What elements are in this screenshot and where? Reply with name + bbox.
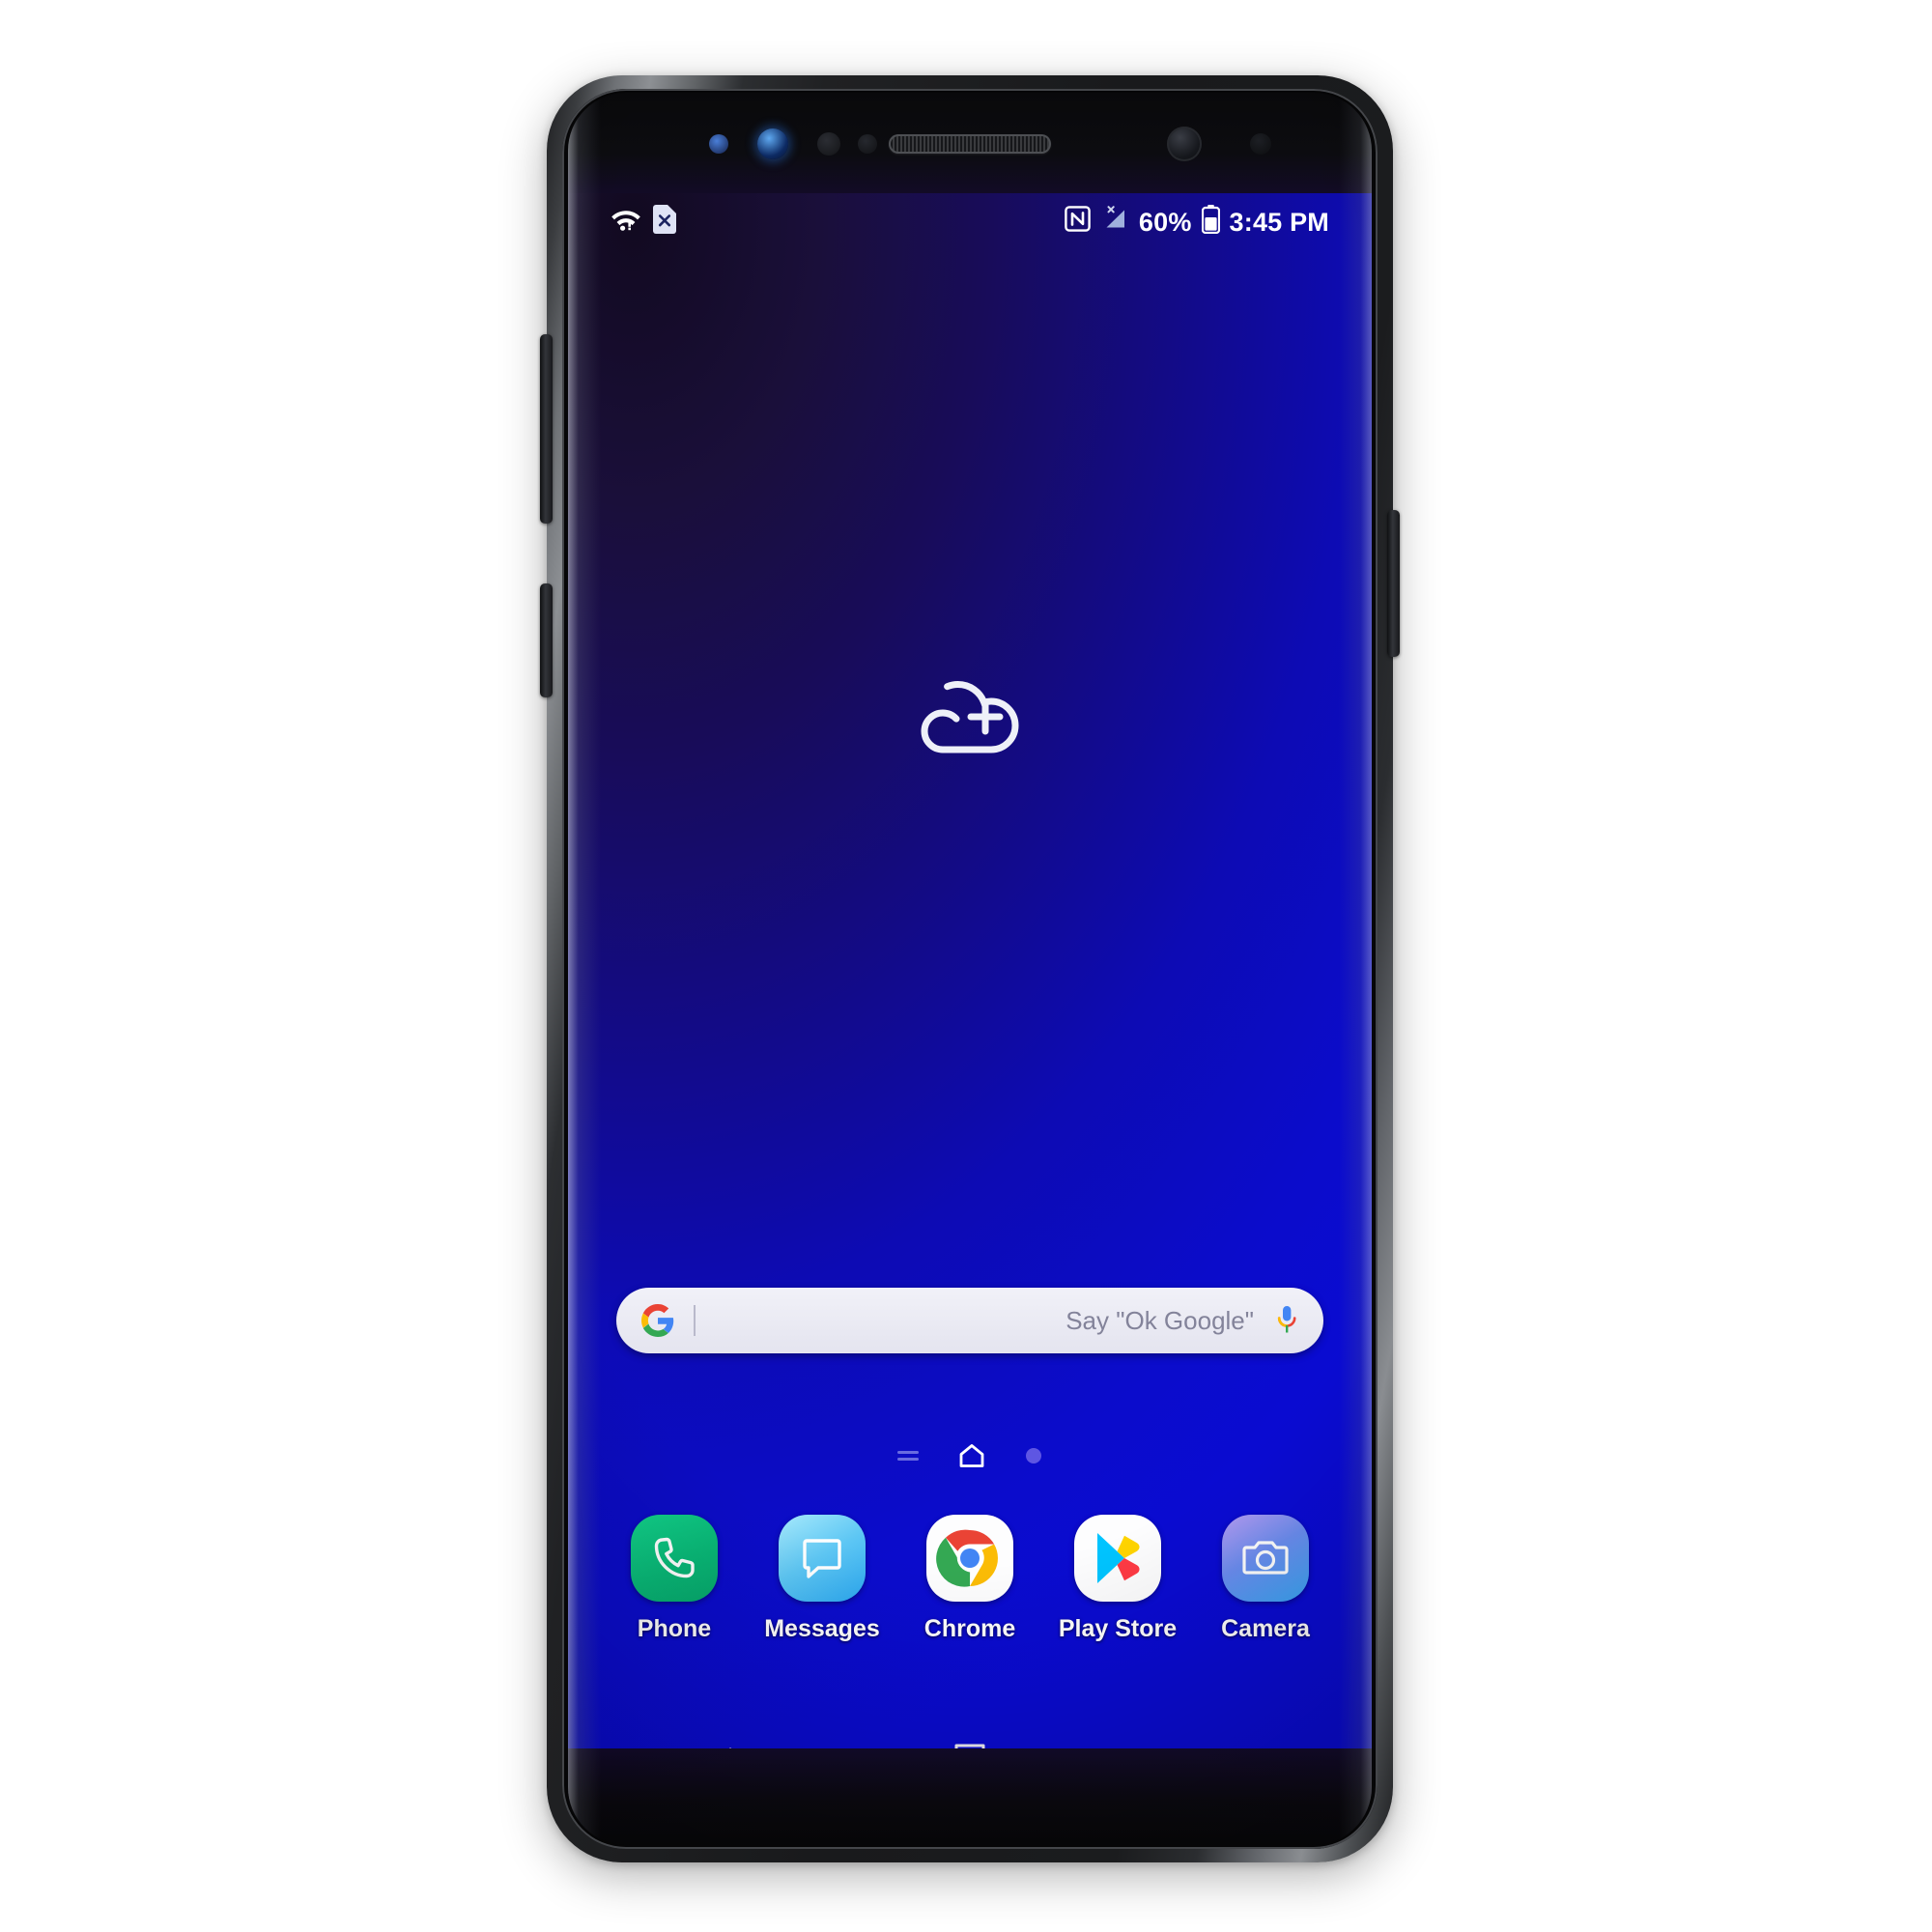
page-indicator-apps[interactable] (896, 1447, 920, 1469)
status-bar[interactable]: 60% 3:45 PM (568, 193, 1372, 251)
proximity-sensor-icon (817, 132, 840, 156)
nfc-icon (1065, 206, 1091, 239)
top-sensor-row (568, 122, 1372, 166)
dock-label-play-store: Play Store (1058, 1615, 1178, 1642)
iris-camera-icon (757, 128, 788, 159)
signal-no-service-icon (1100, 206, 1129, 239)
messages-app-icon[interactable] (779, 1515, 866, 1602)
dock-label-messages: Messages (764, 1615, 880, 1642)
phone-app-icon[interactable] (631, 1515, 718, 1602)
phone-handset-icon (654, 1537, 695, 1578)
status-bar-right-icons: 60% 3:45 PM (1065, 204, 1329, 241)
chrome-app-icon[interactable] (926, 1515, 1013, 1602)
google-g-icon (641, 1304, 674, 1337)
play-store-app-icon[interactable] (1074, 1515, 1161, 1602)
clock-label: 3:45 PM (1229, 207, 1329, 237)
dock-item-phone[interactable]: Phone (614, 1515, 734, 1643)
page-indicator-home[interactable] (958, 1442, 985, 1474)
page-indicator-page3[interactable] (1024, 1446, 1043, 1470)
play-triangle-icon (1097, 1533, 1140, 1583)
cloud-plus-widget[interactable] (902, 661, 1037, 761)
phone-device: 60% 3:45 PM Say "Ok Google" Phone Messag… (540, 75, 1400, 1862)
dock-label-camera: Camera (1221, 1615, 1310, 1642)
page-indicator[interactable] (568, 1443, 1372, 1472)
iris-led-icon (709, 134, 728, 154)
wifi-icon (611, 207, 641, 239)
dock-item-messages[interactable]: Messages (762, 1515, 882, 1643)
cloud-plus-icon (921, 680, 1019, 753)
bixby-button[interactable] (540, 583, 553, 697)
google-search-bar[interactable]: Say "Ok Google" (616, 1288, 1323, 1353)
screen-bottom-bezel (568, 1748, 1372, 1845)
camera-icon (1242, 1541, 1289, 1575)
status-bar-left-icons (611, 204, 676, 241)
phone-screen[interactable]: 60% 3:45 PM Say "Ok Google" Phone Messag… (568, 93, 1372, 1845)
front-camera-icon (1167, 127, 1202, 161)
power-button[interactable] (1387, 510, 1400, 657)
battery-percent-label: 60% (1138, 207, 1192, 237)
sim-card-x-icon (653, 204, 676, 241)
microphone-icon[interactable] (1275, 1304, 1298, 1337)
camera-app-icon[interactable] (1222, 1515, 1309, 1602)
dock-label-phone: Phone (637, 1615, 712, 1642)
search-input[interactable]: Say "Ok Google" (696, 1306, 1275, 1336)
dock-item-chrome[interactable]: Chrome (910, 1515, 1030, 1643)
dock: Phone Messages Chrome Play Store Camera (589, 1515, 1350, 1643)
dock-label-chrome: Chrome (923, 1615, 1016, 1642)
chrome-logo-icon (936, 1529, 998, 1587)
battery-icon (1201, 204, 1220, 241)
dock-item-camera[interactable]: Camera (1206, 1515, 1325, 1643)
chat-bubble-icon (803, 1539, 841, 1578)
dock-item-play-store[interactable]: Play Store (1058, 1515, 1178, 1643)
screen-top-bezel (568, 93, 1372, 193)
secondary-sensor-icon (1250, 133, 1271, 155)
volume-rocker-button[interactable] (540, 334, 553, 524)
earpiece-speaker-icon (889, 134, 1051, 154)
light-sensor-icon (858, 134, 877, 154)
